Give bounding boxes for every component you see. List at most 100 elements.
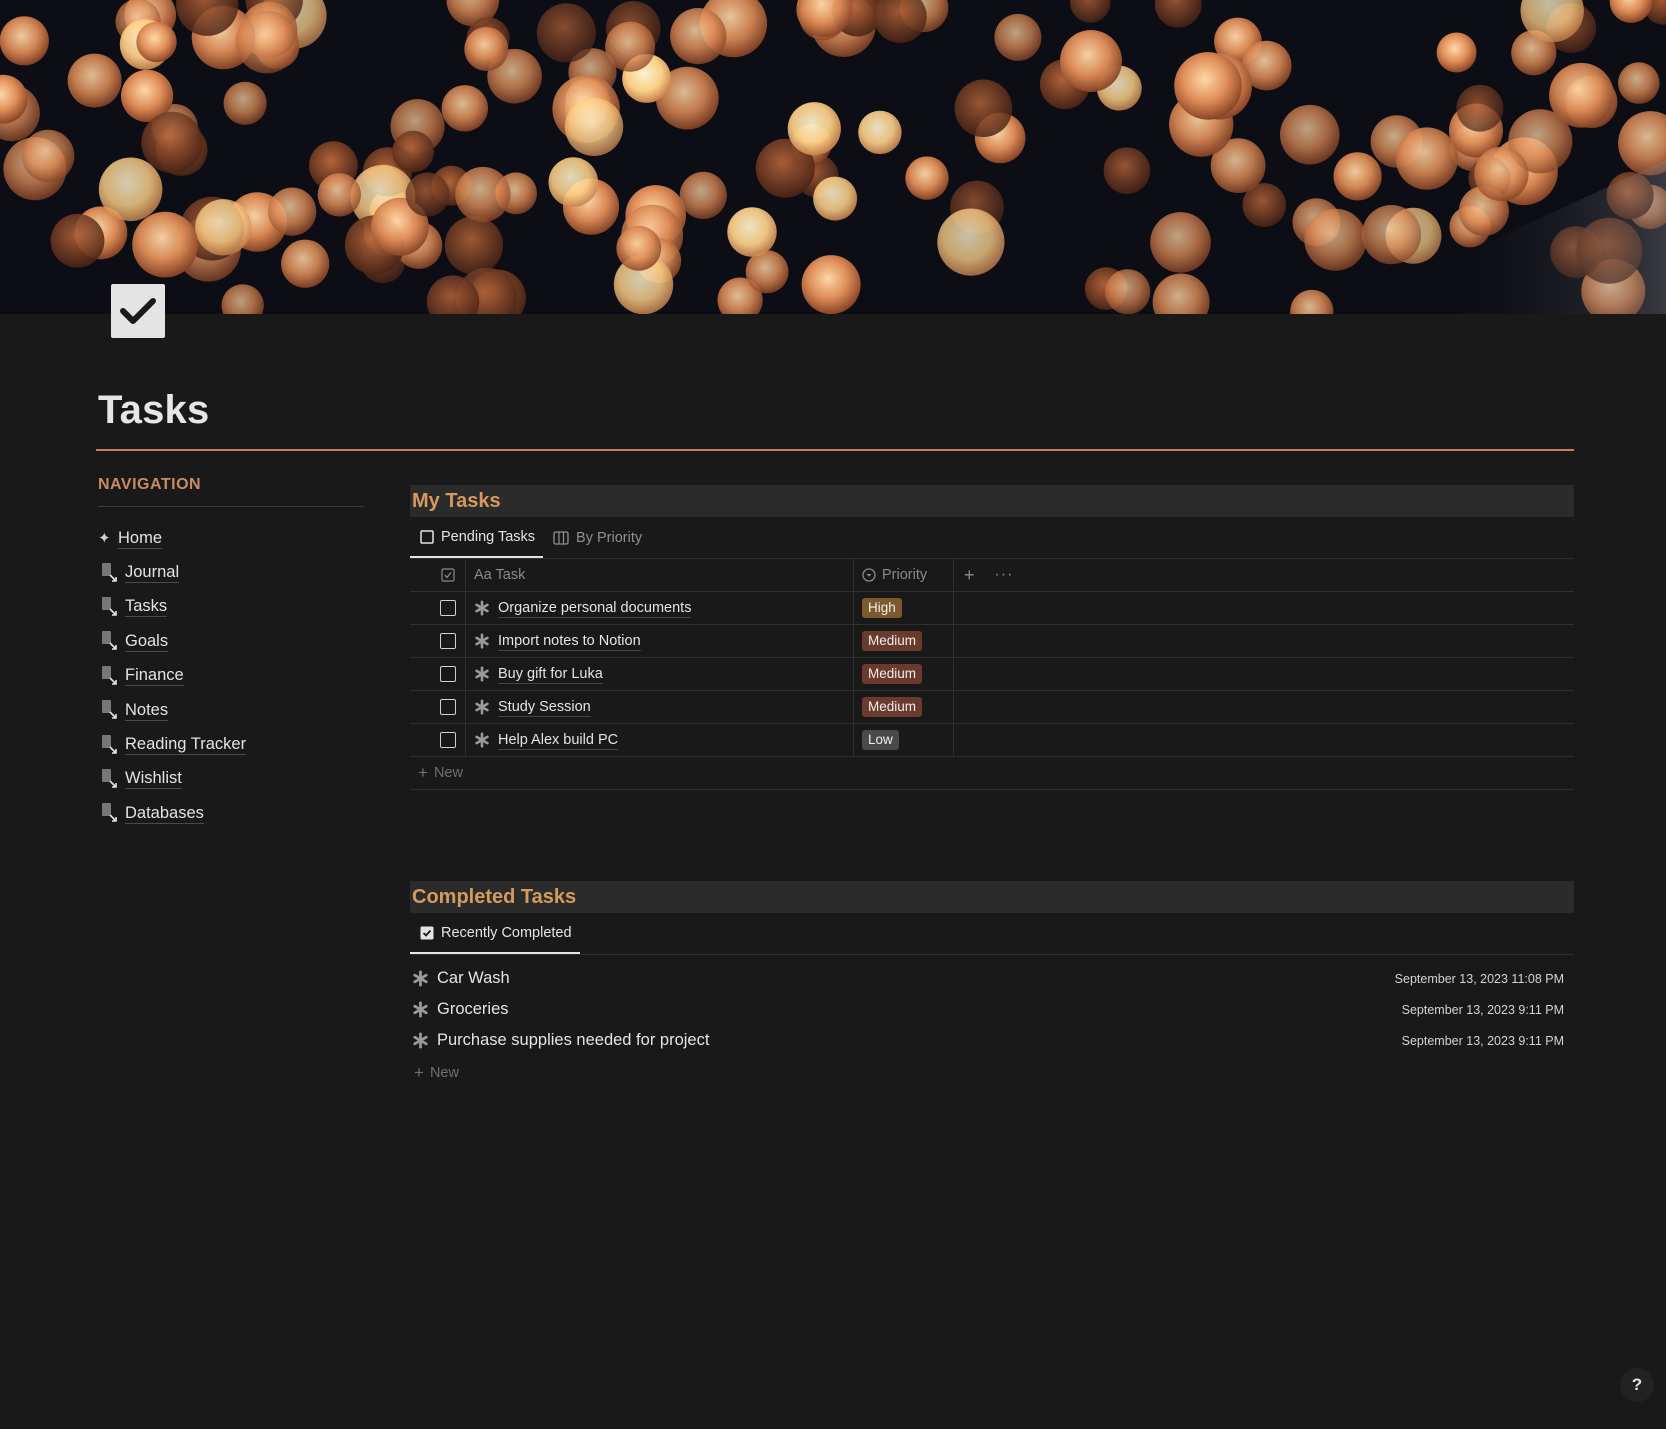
page-title: Tasks [98, 388, 210, 432]
asterisk-icon [475, 666, 489, 682]
table-row[interactable]: Buy gift for Luka Medium [410, 658, 1574, 691]
table-row[interactable]: Import notes to Notion Medium [410, 625, 1574, 658]
navigation-panel: NAVIGATION ✦ Home Journal Tasks Goals Finance… [98, 476, 364, 831]
nav-item-notes[interactable]: Notes [98, 693, 364, 727]
task-column-label: Aa Task [474, 567, 526, 583]
asterisk-icon [475, 732, 489, 748]
asterisk-icon [413, 970, 428, 987]
table-row[interactable]: Study Session Medium [410, 691, 1574, 724]
tab-label: Recently Completed [441, 924, 572, 941]
tasks-link-icon [98, 595, 125, 619]
nav-item-journal[interactable]: Journal [98, 555, 364, 589]
checkmark-icon [120, 298, 156, 324]
nav-item-wishlist[interactable]: Wishlist [98, 762, 364, 796]
task-cell[interactable]: Study Session [466, 691, 854, 723]
new-task-button[interactable]: + New [410, 757, 1574, 790]
list-item[interactable]: Purchase supplies needed for project Sept… [410, 1025, 1574, 1056]
asterisk-icon [475, 699, 489, 715]
task-cell[interactable]: Help Alex build PC [466, 724, 854, 756]
new-completed-button[interactable]: + New [410, 1056, 1574, 1089]
my-tasks-section: My Tasks Pending Tasks By Priority Aa Ta… [410, 485, 1574, 790]
tab-label: Pending Tasks [441, 528, 536, 545]
header-task[interactable]: Aa Task [466, 559, 854, 591]
row-checkbox-cell [410, 691, 466, 723]
asterisk-icon [413, 1001, 428, 1018]
nav-item-label: Databases [125, 803, 204, 824]
priority-cell[interactable]: High [854, 592, 954, 624]
reading-link-icon [98, 733, 125, 757]
completed-task-name: Purchase supplies needed for project [437, 1031, 710, 1049]
select-icon [862, 568, 876, 582]
nav-item-label: Journal [125, 563, 180, 584]
task-cell[interactable]: Buy gift for Luka [466, 658, 854, 690]
task-name: Study Session [498, 698, 591, 717]
new-label: New [429, 1064, 459, 1081]
list-item[interactable]: Groceries September 13, 2023 9:11 PM [410, 994, 1574, 1025]
page-checkbox-icon[interactable] [111, 284, 165, 338]
nav-item-databases[interactable]: Databases [98, 796, 364, 830]
nav-item-reading-tracker[interactable]: Reading Tracker [98, 727, 364, 761]
header-checkbox-column[interactable] [410, 559, 466, 591]
task-cell[interactable]: Import notes to Notion [466, 625, 854, 657]
nav-item-tasks[interactable]: Tasks [98, 590, 364, 624]
add-property-icon[interactable]: + [964, 565, 975, 586]
priority-badge: Medium [862, 631, 923, 651]
empty-cell [954, 724, 1574, 756]
row-checkbox-cell [410, 625, 466, 657]
new-label: New [433, 765, 463, 781]
priority-cell[interactable]: Medium [854, 625, 954, 657]
nav-item-label: Notes [125, 700, 169, 721]
tasks-table: Aa Task Priority + ··· Organize personal… [410, 559, 1574, 790]
task-rows: Organize personal documents High Import no… [410, 592, 1574, 757]
checkbox-checked-icon [420, 926, 434, 939]
tab-pending-tasks[interactable]: Pending Tasks [410, 517, 544, 558]
task-name: Buy gift for Luka [498, 665, 603, 684]
notes-link-icon [98, 698, 125, 722]
cover-image [0, 0, 1666, 314]
table-row[interactable]: Organize personal documents High [410, 592, 1574, 625]
asterisk-icon [413, 1032, 428, 1049]
task-checkbox[interactable] [439, 600, 456, 616]
tab-by-priority[interactable]: By Priority [543, 517, 650, 558]
goals-link-icon [98, 629, 125, 653]
task-checkbox[interactable] [439, 699, 456, 715]
my-tasks-tabs: Pending Tasks By Priority [410, 517, 1574, 559]
task-checkbox[interactable] [439, 633, 456, 649]
my-tasks-title: My Tasks [410, 485, 1574, 517]
nav-item-home[interactable]: ✦ Home [98, 521, 364, 555]
table-row[interactable]: Help Alex build PC Low [410, 724, 1574, 757]
header-priority[interactable]: Priority [854, 559, 954, 591]
navigation-list: ✦ Home Journal Tasks Goals Finance Notes Readin… [98, 521, 364, 831]
nav-item-goals[interactable]: Goals [98, 624, 364, 658]
priority-cell[interactable]: Low [854, 724, 954, 756]
completed-tasks-section: Completed Tasks Recently Completed Car W… [410, 881, 1574, 1089]
header-actions: + ··· [954, 559, 1574, 591]
priority-cell[interactable]: Medium [854, 691, 954, 723]
nav-item-finance[interactable]: Finance [98, 659, 364, 693]
completed-date: September 13, 2023 11:08 PM [1394, 971, 1564, 986]
nav-item-label: Home [118, 528, 163, 549]
databases-link-icon [98, 801, 125, 825]
task-checkbox[interactable] [439, 732, 456, 748]
priority-badge: Medium [862, 697, 923, 717]
completed-tasks-title: Completed Tasks [410, 881, 1574, 913]
task-checkbox[interactable] [439, 666, 456, 682]
nav-item-label: Tasks [125, 597, 168, 618]
task-cell[interactable]: Organize personal documents [466, 592, 854, 624]
more-options-icon[interactable]: ··· [995, 566, 1014, 584]
completed-date: September 13, 2023 9:11 PM [1401, 1033, 1564, 1048]
task-name: Import notes to Notion [498, 632, 641, 651]
completed-task-name: Groceries [437, 1000, 509, 1018]
table-header: Aa Task Priority + ··· [410, 559, 1574, 592]
priority-cell[interactable]: Medium [854, 658, 954, 690]
plus-icon: + [414, 1062, 424, 1082]
nav-item-label: Reading Tracker [125, 735, 247, 756]
list-item[interactable]: Car Wash September 13, 2023 11:08 PM [410, 963, 1574, 994]
help-button[interactable]: ? [1620, 1368, 1654, 1402]
empty-cell [954, 592, 1574, 624]
plus-icon: + [418, 763, 428, 782]
empty-cell [954, 691, 1574, 723]
tab-recently-completed[interactable]: Recently Completed [410, 913, 580, 954]
asterisk-icon [475, 600, 489, 616]
tab-label: By Priority [576, 529, 643, 546]
